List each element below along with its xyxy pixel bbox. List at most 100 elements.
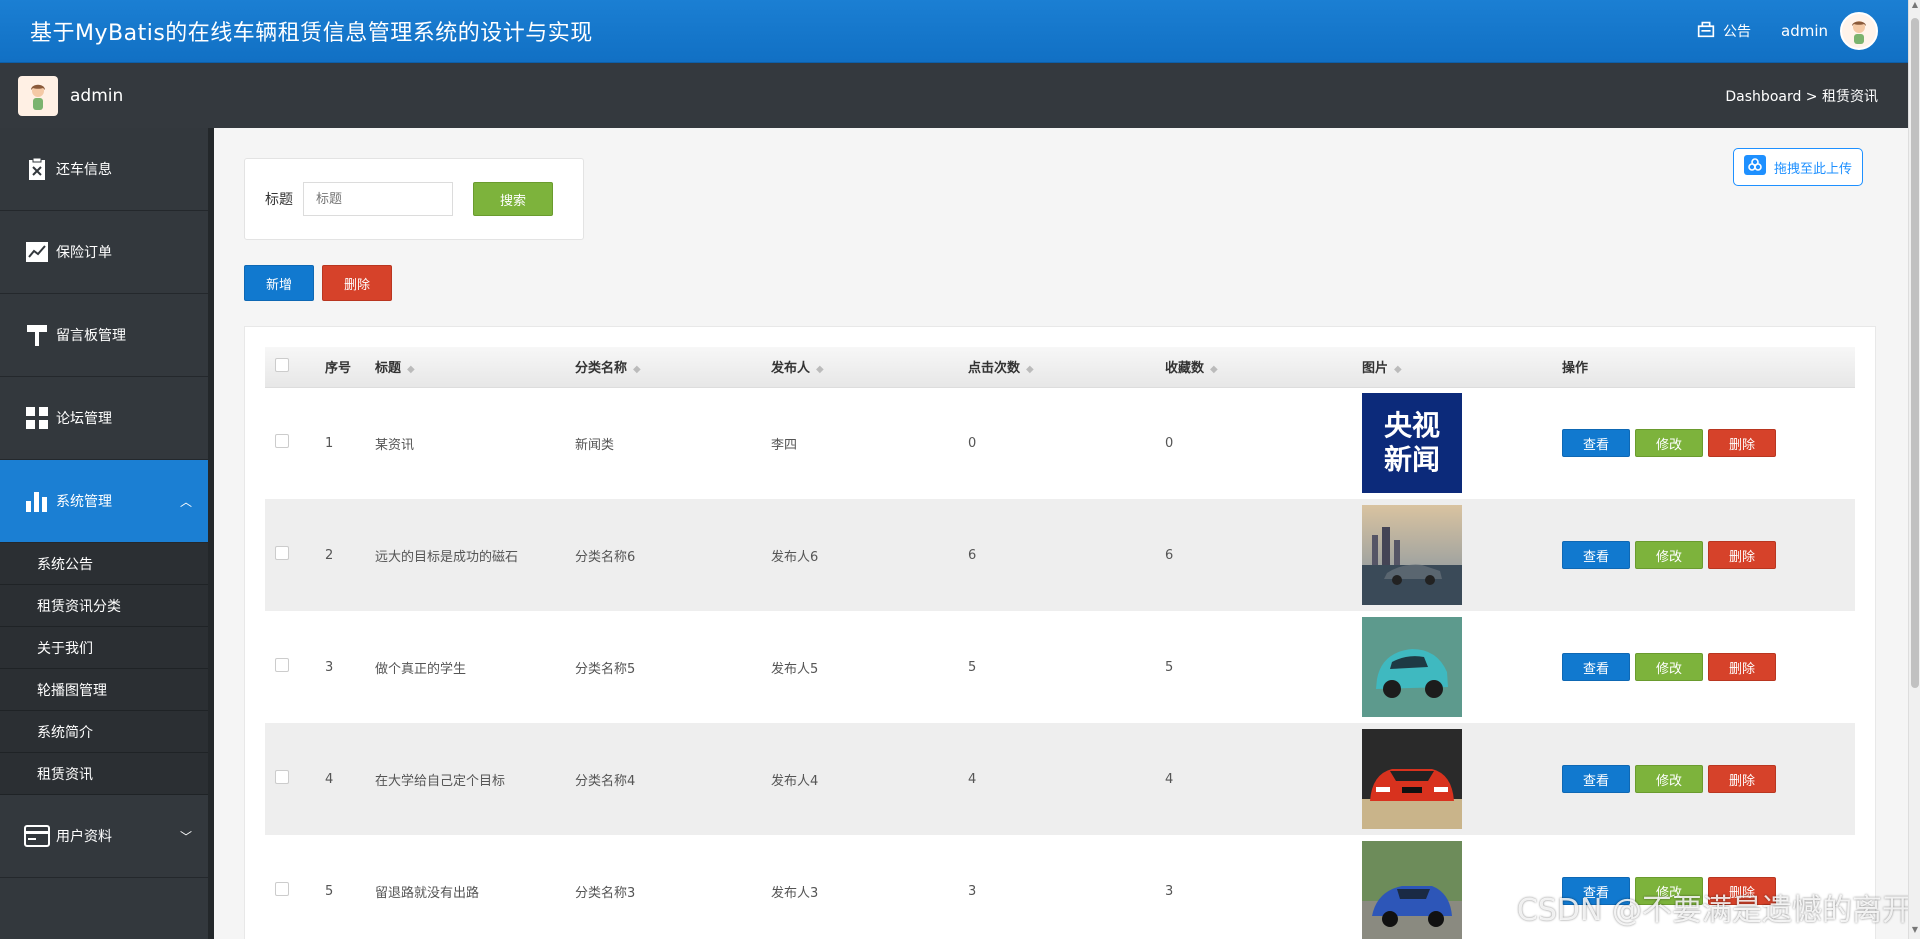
delete-button[interactable]: 删除 bbox=[1708, 429, 1776, 458]
column-header[interactable]: 收藏数 ◆ bbox=[1155, 347, 1352, 388]
sidebar-item-label: 论坛管理 bbox=[56, 411, 112, 427]
main-content: 标题 搜索 拖拽至此上传 新增 删除 序号 标题◆ 分类名称◆ 发布人◆ bbox=[214, 128, 1908, 939]
scroll-down-arrow-icon[interactable]: ▼ bbox=[1909, 925, 1920, 939]
id-card-icon bbox=[24, 823, 50, 849]
add-button[interactable]: 新增 bbox=[244, 265, 314, 301]
gray-sedan-thumbnail[interactable] bbox=[1362, 505, 1462, 605]
data-table: 序号 标题 ◆ 分类名称 ◆ 发布人 ◆ 点击次数 ◆ 收藏数 ◆ 图片 ◆ 操作 1 某资… bbox=[265, 347, 1855, 939]
column-header[interactable]: 发布人 ◆ bbox=[761, 347, 958, 388]
avatar[interactable] bbox=[1840, 12, 1878, 50]
header-right: 公告 admin bbox=[1695, 12, 1878, 50]
table-card: 序号 标题 ◆ 分类名称 ◆ 发布人 ◆ 点击次数 ◆ 收藏数 ◆ 图片 ◆ 操作 1 某资… bbox=[244, 326, 1876, 939]
sort-icon[interactable]: ◆ bbox=[1394, 364, 1402, 375]
cell-favs: 3 bbox=[1165, 883, 1174, 899]
sidebar-username: admin bbox=[70, 85, 124, 106]
teal-car-thumbnail[interactable] bbox=[1362, 617, 1462, 717]
notice-button[interactable]: 公告 bbox=[1695, 18, 1751, 44]
batch-delete-button[interactable]: 删除 bbox=[322, 265, 392, 301]
cctv-news-logo-thumbnail[interactable]: 央视 新闻 bbox=[1362, 393, 1462, 494]
submenu-item[interactable]: 轮播图管理 bbox=[0, 669, 214, 711]
sidebar-item-user-profile[interactable]: 用户资料 ﹀ bbox=[0, 795, 214, 878]
chart-line-icon bbox=[24, 239, 50, 265]
sidebar-item-message-board[interactable]: 留言板管理 bbox=[0, 294, 214, 377]
chevron-up-icon: ︿ bbox=[179, 494, 192, 509]
select-all-checkbox[interactable] bbox=[275, 357, 289, 372]
page-scrollbar[interactable]: ▲ ▼ bbox=[1908, 0, 1920, 939]
cell-title: 某资讯 bbox=[375, 437, 415, 453]
view-button[interactable]: 查看 bbox=[1562, 541, 1630, 569]
row-checkbox[interactable] bbox=[275, 770, 289, 784]
column-header[interactable]: 点击次数 ◆ bbox=[958, 347, 1155, 388]
blue-car-thumbnail[interactable] bbox=[1362, 841, 1462, 939]
column-header[interactable]: 标题 ◆ bbox=[365, 347, 565, 388]
scrollbar-thumb[interactable] bbox=[1911, 18, 1919, 688]
clipboard-x-icon bbox=[24, 156, 50, 182]
notice-icon bbox=[1695, 18, 1717, 44]
sort-icon[interactable]: ◆ bbox=[407, 364, 415, 375]
sidebar-item-insurance[interactable]: 保险订单 bbox=[0, 211, 214, 294]
delete-button[interactable]: 删除 bbox=[1708, 765, 1776, 793]
cell-favs: 5 bbox=[1165, 659, 1174, 675]
submenu-item[interactable]: 关于我们 bbox=[0, 627, 214, 669]
submenu-item[interactable]: 系统简介 bbox=[0, 711, 214, 753]
scroll-up-arrow-icon[interactable]: ▲ bbox=[1909, 0, 1920, 14]
view-button[interactable]: 查看 bbox=[1562, 429, 1630, 458]
view-button[interactable]: 查看 bbox=[1562, 765, 1630, 793]
edit-button[interactable]: 修改 bbox=[1635, 541, 1703, 569]
cell-no: 1 bbox=[325, 435, 334, 451]
submenu-item[interactable]: 系统公告 bbox=[0, 543, 214, 585]
sidebar-item-return-car[interactable]: 还车信息 bbox=[0, 128, 214, 211]
select-all-cell[interactable] bbox=[265, 347, 315, 388]
sort-icon[interactable]: ◆ bbox=[633, 364, 641, 375]
row-checkbox[interactable] bbox=[275, 546, 289, 560]
sort-icon[interactable]: ◆ bbox=[1026, 364, 1034, 375]
edit-button[interactable]: 修改 bbox=[1635, 429, 1703, 458]
cell-category: 新闻类 bbox=[575, 437, 615, 453]
cloud-upload-icon bbox=[1743, 155, 1766, 179]
breadcrumb: Dashboard > 租赁资讯 bbox=[1725, 88, 1878, 105]
table-header-row: 序号 标题 ◆ 分类名称 ◆ 发布人 ◆ 点击次数 ◆ 收藏数 ◆ 图片 ◆ 操作 bbox=[265, 347, 1855, 388]
column-header: 操作 bbox=[1552, 347, 1855, 388]
cell-no: 4 bbox=[325, 771, 334, 787]
search-label: 标题 bbox=[265, 192, 293, 208]
sidebar-item-label: 还车信息 bbox=[56, 162, 112, 178]
column-header[interactable]: 分类名称 ◆ bbox=[565, 347, 761, 388]
cell-favs: 4 bbox=[1165, 771, 1174, 787]
sidebar-item-forum[interactable]: 论坛管理 bbox=[0, 377, 214, 460]
search-button[interactable]: 搜索 bbox=[473, 182, 553, 216]
column-header[interactable]: 图片 ◆ bbox=[1352, 347, 1552, 388]
cell-category: 分类名称3 bbox=[575, 885, 636, 901]
cell-favs: 0 bbox=[1165, 435, 1174, 451]
sidebar-item-label: 留言板管理 bbox=[56, 328, 126, 344]
submenu-item[interactable]: 租赁资讯分类 bbox=[0, 585, 214, 627]
search-panel: 标题 搜索 bbox=[244, 158, 584, 240]
table-row: 2 远大的目标是成功的磁石 分类名称6 发布人6 6 6 查看 修改 删除 bbox=[265, 499, 1855, 611]
cell-clicks: 6 bbox=[968, 547, 977, 563]
sort-icon[interactable]: ◆ bbox=[1210, 364, 1218, 375]
cell-title: 在大学给自己定个目标 bbox=[375, 773, 506, 789]
edit-button[interactable]: 修改 bbox=[1635, 765, 1703, 793]
sort-icon[interactable]: ◆ bbox=[816, 364, 824, 375]
cell-title: 做个真正的学生 bbox=[375, 661, 467, 677]
delete-button[interactable]: 删除 bbox=[1708, 653, 1776, 681]
cell-title: 远大的目标是成功的磁石 bbox=[375, 549, 519, 565]
cell-author: 发布人4 bbox=[771, 773, 819, 789]
upload-button[interactable]: 拖拽至此上传 bbox=[1733, 148, 1863, 186]
cell-clicks: 0 bbox=[968, 435, 977, 451]
edit-button[interactable]: 修改 bbox=[1635, 653, 1703, 681]
sidebar-item-system[interactable]: 系统管理 ︿ bbox=[0, 460, 214, 543]
header-username[interactable]: admin bbox=[1781, 22, 1828, 40]
search-input[interactable] bbox=[303, 182, 453, 216]
logo-text: 央视 bbox=[1383, 409, 1440, 443]
submenu-item[interactable]: 租赁资讯 bbox=[0, 753, 214, 795]
row-checkbox[interactable] bbox=[275, 434, 289, 449]
row-checkbox[interactable] bbox=[275, 882, 289, 896]
cell-clicks: 4 bbox=[968, 771, 977, 787]
view-button[interactable]: 查看 bbox=[1562, 653, 1630, 681]
red-car-thumbnail[interactable] bbox=[1362, 729, 1462, 829]
sidebar-item-label: 系统管理 bbox=[56, 494, 112, 510]
cell-author: 李四 bbox=[771, 437, 798, 453]
delete-button[interactable]: 删除 bbox=[1708, 541, 1776, 569]
row-checkbox[interactable] bbox=[275, 658, 289, 672]
cell-category: 分类名称4 bbox=[575, 773, 636, 789]
